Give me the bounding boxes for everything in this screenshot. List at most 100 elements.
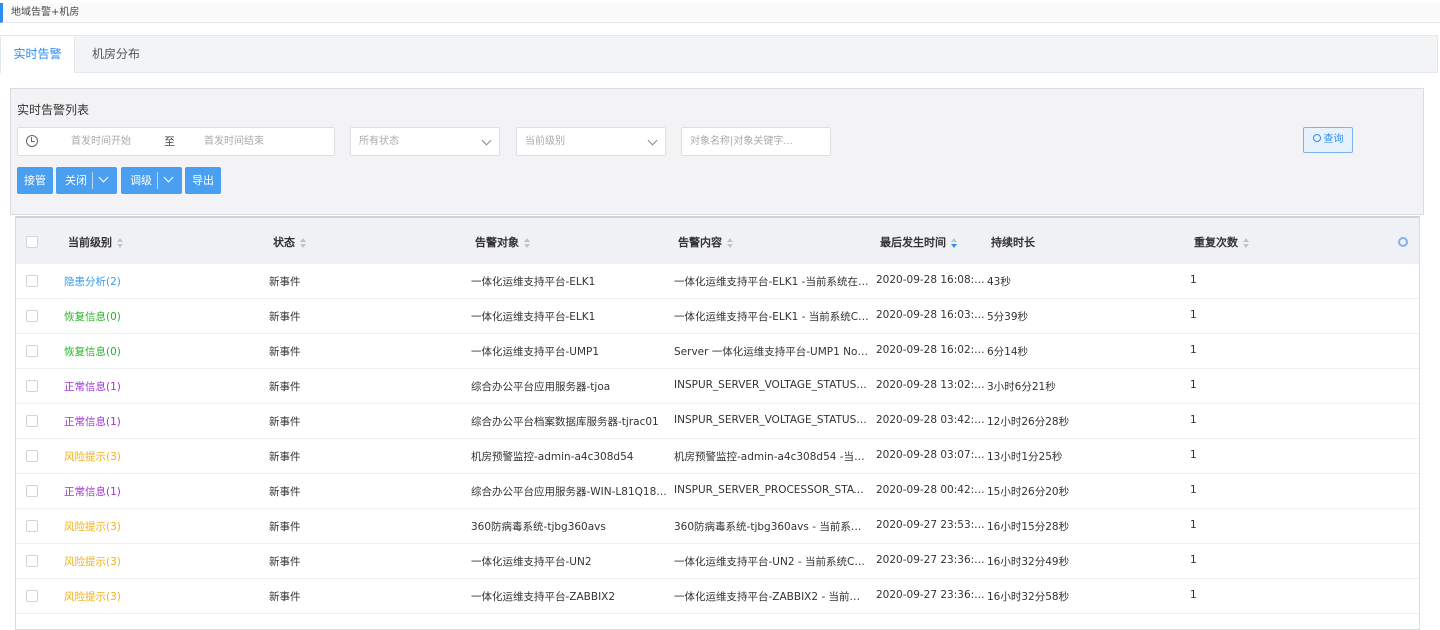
search-icon bbox=[1312, 134, 1321, 142]
object-cell: 机房预警监控-admin-a4c308d54 bbox=[471, 451, 634, 463]
tab-bar: 实时告警 机房分布 bbox=[0, 35, 1438, 73]
duration-cell: 12小时26分28秒 bbox=[987, 416, 1070, 428]
duration-cell: 16小时15分28秒 bbox=[987, 521, 1070, 533]
column-header-duration: 持续时长 bbox=[991, 234, 1035, 250]
panel-title: 实时告警列表 bbox=[17, 103, 90, 117]
tab-realtime-alarm[interactable]: 实时告警 bbox=[1, 36, 75, 73]
level-cell[interactable]: 恢复信息(0) bbox=[64, 309, 244, 324]
column-header-label: 告警内容 bbox=[678, 236, 722, 249]
accept-button[interactable]: 接管 bbox=[17, 167, 53, 194]
row-checkbox[interactable] bbox=[26, 555, 38, 567]
level-cell[interactable]: 正常信息(1) bbox=[64, 484, 244, 499]
table-row[interactable]: 隐患分析(2) 新事件 一体化运维支持平台-ELK1 一体化运维支持平台-ELK1 -… bbox=[16, 264, 1419, 299]
export-button[interactable]: 导出 bbox=[185, 167, 221, 194]
time-cell: 2020-09-28 03:07:36 bbox=[876, 449, 986, 461]
time-cell: 2020-09-27 23:36:12 bbox=[876, 554, 986, 566]
table-row[interactable]: 恢复信息(0) 新事件 一体化运维支持平台-ELK1 一体化运维支持平台-ELK1 -… bbox=[16, 299, 1419, 334]
repeat-cell: 1 bbox=[1190, 554, 1197, 566]
repeat-cell: 1 bbox=[1190, 309, 1197, 321]
gear-icon[interactable] bbox=[1398, 237, 1408, 247]
level-select[interactable]: 当前级别 bbox=[516, 127, 666, 156]
column-header-level[interactable]: 当前级别 bbox=[68, 234, 124, 250]
row-checkbox[interactable] bbox=[26, 520, 38, 532]
time-cell: 2020-09-28 13:02:40 bbox=[876, 379, 986, 391]
level-cell[interactable]: 恢复信息(0) bbox=[64, 344, 244, 359]
keyword-placeholder: 对象名称|对象关键字... bbox=[690, 136, 793, 147]
grade-button[interactable]: 调级 bbox=[121, 167, 182, 194]
table-row[interactable]: 风险提示(3) 新事件 机房预警监控-admin-a4c308d54 机房预警监控-a… bbox=[16, 439, 1419, 474]
content-cell: 一体化运维支持平台-ELK1 -当前系统在线c... bbox=[674, 276, 869, 288]
chevron-down-icon bbox=[647, 135, 658, 146]
column-header-label: 重复次数 bbox=[1194, 236, 1238, 249]
row-checkbox[interactable] bbox=[26, 590, 38, 602]
object-cell: 综合办公平台档案数据库服务器-tjrac01 bbox=[471, 416, 659, 428]
status-cell: 新事件 bbox=[269, 276, 301, 288]
row-checkbox[interactable] bbox=[26, 310, 38, 322]
row-checkbox[interactable] bbox=[26, 415, 38, 427]
sort-icon[interactable] bbox=[117, 238, 124, 248]
time-cell: 2020-09-27 23:36:03 bbox=[876, 589, 986, 601]
chevron-down-icon[interactable] bbox=[163, 172, 174, 183]
select-all-checkbox[interactable] bbox=[26, 236, 38, 248]
table-row[interactable]: 正常信息(1) 新事件 综合办公平台应用服务器-tjoa INSPUR_SERVER_… bbox=[16, 369, 1419, 404]
repeat-cell: 1 bbox=[1190, 274, 1197, 286]
sort-icon[interactable] bbox=[524, 238, 531, 248]
tab-room-distribution[interactable]: 机房分布 bbox=[76, 36, 156, 73]
close-button-label: 关闭 bbox=[65, 174, 87, 187]
content-cell: INSPUR_SERVER_VOLTAGE_STATUS_AL... bbox=[674, 414, 869, 426]
table-row[interactable]: 风险提示(3) 新事件 一体化运维支持平台-ZABBIX2 一体化运维支持平台-ZAB… bbox=[16, 579, 1419, 614]
object-cell: 一体化运维支持平台-ZABBIX2 bbox=[471, 591, 616, 603]
object-cell: 一体化运维支持平台-ELK1 bbox=[471, 311, 596, 323]
row-checkbox[interactable] bbox=[26, 485, 38, 497]
column-header-object[interactable]: 告警对象 bbox=[475, 234, 531, 250]
time-cell: 2020-09-28 03:42:33 bbox=[876, 414, 986, 426]
column-header-label: 持续时长 bbox=[991, 236, 1035, 249]
row-checkbox[interactable] bbox=[26, 380, 38, 392]
level-cell[interactable]: 风险提示(3) bbox=[64, 589, 244, 604]
table-row[interactable]: 风险提示(3) 新事件 360防病毒系统-tjbg360avs 360防病毒系统-tj… bbox=[16, 509, 1419, 544]
table-row[interactable]: 风险提示(3) 新事件 一体化运维支持平台-UN2 一体化运维支持平台-UN2 - 当… bbox=[16, 544, 1419, 579]
chevron-down-icon[interactable] bbox=[98, 172, 109, 183]
close-button[interactable]: 关闭 bbox=[56, 167, 117, 194]
column-header-last-time[interactable]: 最后发生时间 bbox=[880, 234, 958, 250]
sort-desc-icon[interactable] bbox=[951, 238, 958, 248]
query-button-label: 查询 bbox=[1323, 134, 1344, 145]
table-row[interactable]: 正常信息(1) 新事件 综合办公平台档案数据库服务器-tjrac01 INSPUR_S… bbox=[16, 404, 1419, 439]
table-row[interactable]: 恢复信息(0) 新事件 一体化运维支持平台-UMP1 Server 一体化运维支持平台… bbox=[16, 334, 1419, 369]
date-end-input[interactable]: 首发时间结束 bbox=[204, 128, 264, 155]
table-row[interactable]: 正常信息(1) 新事件 综合办公平台应用服务器-WIN-L81Q18TFL... IN… bbox=[16, 474, 1419, 509]
level-cell[interactable]: 正常信息(1) bbox=[64, 414, 244, 429]
sort-icon[interactable] bbox=[727, 238, 734, 248]
row-checkbox[interactable] bbox=[26, 450, 38, 462]
level-cell[interactable]: 风险提示(3) bbox=[64, 449, 244, 464]
sort-icon[interactable] bbox=[1243, 238, 1250, 248]
level-cell[interactable]: 隐患分析(2) bbox=[64, 274, 244, 289]
status-cell: 新事件 bbox=[269, 346, 301, 358]
sort-icon[interactable] bbox=[300, 238, 307, 248]
duration-cell: 16小时32分58秒 bbox=[987, 591, 1070, 603]
status-cell: 新事件 bbox=[269, 556, 301, 568]
date-range-picker[interactable]: 首发时间开始 至 首发时间结束 bbox=[17, 127, 335, 156]
alarm-table: 当前级别 状态 告警对象 告警内容 最后发生时间 持续时长 重复次数 隐患分析(… bbox=[15, 216, 1420, 630]
column-header-content[interactable]: 告警内容 bbox=[678, 234, 734, 250]
column-header-label: 状态 bbox=[273, 236, 295, 249]
keyword-input[interactable]: 对象名称|对象关键字... bbox=[681, 127, 831, 156]
row-checkbox[interactable] bbox=[26, 275, 38, 287]
level-cell[interactable]: 风险提示(3) bbox=[64, 554, 244, 569]
column-header-repeat[interactable]: 重复次数 bbox=[1194, 234, 1250, 250]
status-cell: 新事件 bbox=[269, 416, 301, 428]
content-cell: INSPUR_SERVER_PROCESSOR_STATUS_... bbox=[674, 484, 869, 496]
level-cell[interactable]: 正常信息(1) bbox=[64, 379, 244, 394]
row-checkbox[interactable] bbox=[26, 345, 38, 357]
level-cell[interactable]: 风险提示(3) bbox=[64, 519, 244, 534]
column-header-label: 当前级别 bbox=[68, 236, 112, 249]
repeat-cell: 1 bbox=[1190, 414, 1197, 426]
status-cell: 新事件 bbox=[269, 521, 301, 533]
column-header-label: 最后发生时间 bbox=[880, 236, 946, 249]
date-start-input[interactable]: 首发时间开始 bbox=[71, 128, 131, 155]
duration-cell: 15小时26分20秒 bbox=[987, 486, 1070, 498]
column-header-status[interactable]: 状态 bbox=[273, 234, 307, 250]
status-select[interactable]: 所有状态 bbox=[350, 127, 500, 156]
content-cell: Server 一体化运维支持平台-UMP1 No iDr... bbox=[674, 346, 869, 358]
query-button[interactable]: 查询 bbox=[1303, 127, 1353, 153]
